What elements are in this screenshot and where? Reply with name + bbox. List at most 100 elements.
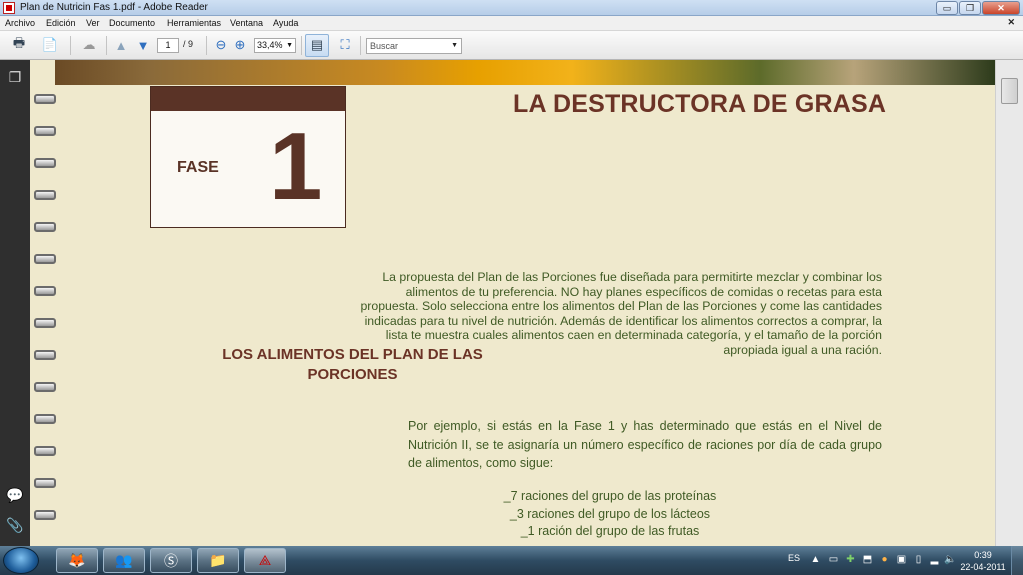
spiral-binding-ring: [34, 350, 56, 360]
close-button[interactable]: ✕: [982, 1, 1020, 15]
previous-page-icon[interactable]: ▲: [112, 36, 130, 54]
zoom-out-icon[interactable]: ⊖: [212, 36, 230, 54]
example-paragraph: Por ejemplo, si estás en la Fase 1 y has…: [408, 419, 882, 470]
zoom-level-value: 33,4%: [257, 40, 283, 50]
tray-app-icon[interactable]: ▣: [896, 554, 907, 565]
minimize-button[interactable]: ▭: [936, 1, 958, 15]
spiral-binding-ring: [34, 158, 56, 168]
tray-app-icon[interactable]: ⬒: [862, 554, 873, 565]
skype-taskbar-button[interactable]: Ⓢ: [150, 548, 192, 573]
spiral-binding-ring: [34, 254, 56, 264]
scrollbar-thumb[interactable]: [1001, 78, 1018, 104]
phase-card-band: [151, 87, 345, 111]
tray-app-icon[interactable]: ▭: [828, 554, 839, 565]
phase-label: FASE: [177, 159, 219, 176]
spiral-binding-ring: [34, 382, 56, 392]
list-item: _7 raciones del grupo de las proteínas: [503, 489, 717, 503]
zoom-in-icon[interactable]: ⊕: [231, 36, 249, 54]
menu-bar: Archivo Edición Ver Documento Herramient…: [0, 16, 1023, 31]
attachments-icon[interactable]: 📎: [6, 516, 24, 534]
pages-thumbnail-icon[interactable]: ❐: [6, 68, 24, 86]
messenger-icon: 👥: [115, 552, 133, 568]
clock-time: 0:39: [974, 550, 992, 560]
pdf-page: FASE 1 LA DESTRUCTORA DE GRASA La propue…: [30, 60, 995, 546]
chevron-down-icon: ▼: [451, 42, 458, 49]
window-title: Plan de Nutricin Fas 1.pdf - Adobe Reade…: [20, 2, 208, 13]
comments-icon[interactable]: 💬: [6, 486, 24, 504]
firefox-taskbar-button[interactable]: 🦊: [56, 548, 98, 573]
firefox-icon: 🦊: [68, 552, 86, 568]
spiral-binding-ring: [34, 190, 56, 200]
clock[interactable]: 0:39 22-04-2011: [958, 549, 1008, 573]
servings-list: _7 raciones del grupo de las proteínas _…: [460, 488, 760, 541]
adobe-reader-icon: ⟁: [258, 552, 272, 568]
maximize-button[interactable]: ❐: [959, 1, 981, 15]
phase-number: 1: [269, 113, 323, 220]
page-title: LA DESTRUCTORA DE GRASA: [513, 90, 887, 118]
tray-app-icon[interactable]: ✚: [845, 554, 856, 565]
menu-documento[interactable]: Documento: [109, 17, 155, 30]
spiral-binding-ring: [34, 478, 56, 488]
print-icon[interactable]: 🖶: [10, 35, 28, 54]
language-indicator[interactable]: ES: [788, 553, 800, 563]
fit-page-button[interactable]: ▤: [305, 34, 329, 57]
search-placeholder: Buscar: [370, 41, 399, 51]
vertical-scrollbar[interactable]: [995, 60, 1023, 546]
spiral-binding-ring: [34, 222, 56, 232]
spiral-binding-ring: [34, 414, 56, 424]
clock-date: 22-04-2011: [960, 562, 1006, 572]
toolbar: 🖶 📄 ☁ ▲ ▼ 1 / 9 ⊖ ⊕ 33,4% ▼ ▤ ⛶ Buscar ▼: [0, 31, 1023, 60]
menu-ver[interactable]: Ver: [86, 17, 100, 30]
start-button[interactable]: [3, 547, 39, 574]
next-page-icon[interactable]: ▼: [134, 36, 152, 54]
food-photo-banner: [55, 60, 995, 85]
spiral-binding-ring: [34, 510, 56, 520]
spiral-binding-ring: [34, 94, 56, 104]
intro-paragraph: La propuesta del Plan de las Porciones f…: [360, 270, 882, 357]
collaborate-icon[interactable]: ☁: [78, 36, 100, 54]
navigation-pane: ❐ 💬 📎: [0, 60, 30, 546]
menu-herramientas[interactable]: Herramientas: [167, 17, 221, 30]
explorer-taskbar-button[interactable]: 📁: [197, 548, 239, 573]
phase-card: FASE 1: [150, 86, 346, 228]
create-pdf-icon[interactable]: 📄: [38, 36, 62, 54]
adobe-reader-taskbar-button[interactable]: ⟁: [244, 548, 286, 573]
spiral-binding-ring: [34, 318, 56, 328]
toolbar-separator: [106, 36, 107, 55]
folder-icon: 📁: [209, 552, 227, 568]
spiral-binding-ring: [34, 286, 56, 296]
spiral-binding-ring: [34, 446, 56, 456]
document-viewer[interactable]: FASE 1 LA DESTRUCTORA DE GRASA La propue…: [30, 60, 1023, 546]
document-close-icon[interactable]: ✕: [1007, 17, 1015, 28]
toolbar-separator: [206, 36, 207, 55]
menu-ventana[interactable]: Ventana: [230, 17, 263, 30]
search-input[interactable]: Buscar ▼: [366, 38, 462, 54]
taskbar: 🦊 👥 Ⓢ 📁 ⟁ ES ▲ ▭ ✚ ⬒ ● ▣ ▯ ▂ 🔈 0:39 22-0…: [0, 546, 1023, 575]
chevron-down-icon: ▼: [286, 42, 293, 49]
adobe-reader-icon: [3, 2, 15, 14]
page-total-label: / 9: [183, 39, 194, 49]
show-desktop-button[interactable]: [1011, 546, 1023, 575]
full-screen-icon[interactable]: ⛶: [336, 36, 354, 54]
title-bar: Plan de Nutricin Fas 1.pdf - Adobe Reade…: [0, 0, 1023, 16]
menu-edicion[interactable]: Edición: [46, 17, 76, 30]
network-signal-icon[interactable]: ▂: [929, 554, 940, 565]
tray-app-icon[interactable]: ▯: [913, 554, 924, 565]
section-heading: LOS ALIMENTOS DEL PLAN DE LAS PORCIONES: [222, 346, 483, 383]
show-hidden-icons-icon[interactable]: ▲: [810, 554, 821, 565]
menu-archivo[interactable]: Archivo: [5, 17, 35, 30]
zoom-level-select[interactable]: 33,4% ▼: [254, 38, 296, 53]
spiral-binding-ring: [34, 126, 56, 136]
volume-icon[interactable]: 🔈: [944, 554, 956, 565]
list-item: _1 ración del grupo de las frutas: [520, 524, 700, 538]
toolbar-separator: [301, 36, 302, 55]
skype-icon: Ⓢ: [164, 552, 178, 569]
fit-page-icon: ▤: [310, 37, 324, 52]
list-item: _3 raciones del grupo de los lácteos: [509, 506, 711, 521]
toolbar-separator: [70, 36, 71, 55]
messenger-taskbar-button[interactable]: 👥: [103, 548, 145, 573]
menu-ayuda[interactable]: Ayuda: [273, 17, 298, 30]
tray-app-icon[interactable]: ●: [879, 554, 890, 565]
page-number-input[interactable]: 1: [157, 38, 179, 53]
toolbar-separator: [360, 36, 361, 55]
